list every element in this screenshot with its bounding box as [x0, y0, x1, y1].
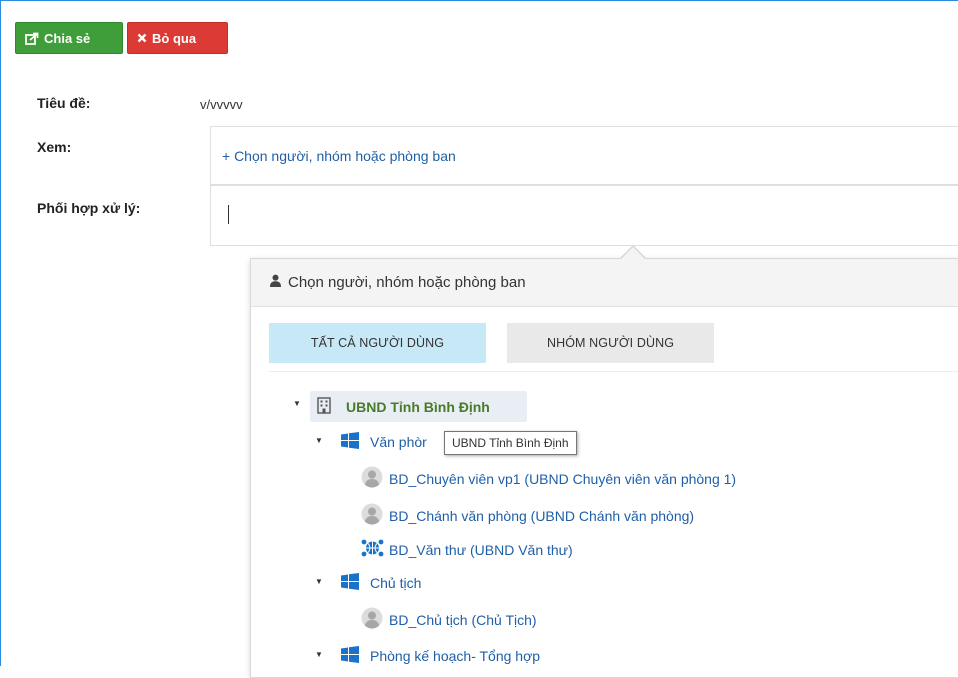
- expand-toggle-icon[interactable]: ▼: [315, 436, 323, 445]
- share-icon: [25, 32, 39, 45]
- view-label: Xem:: [37, 139, 72, 155]
- tree-member-node[interactable]: BD_Văn thư (UBND Văn thư): [361, 538, 573, 561]
- windows-icon: [341, 646, 359, 666]
- coordinate-input[interactable]: [210, 185, 958, 246]
- tree-root-label: UBND Tỉnh Bình Định: [346, 399, 490, 415]
- windows-icon: [341, 432, 359, 452]
- tree-group-label: Chủ tịch: [370, 575, 422, 591]
- close-icon: [137, 33, 147, 43]
- tooltip: UBND Tỉnh Bình Định: [444, 431, 577, 455]
- window-left-border: [0, 0, 1, 666]
- tree-member-label: BD_Văn thư (UBND Văn thư): [389, 541, 573, 558]
- expand-toggle-icon[interactable]: ▼: [315, 650, 323, 659]
- tab-user-groups[interactable]: NHÓM NGƯỜI DÙNG: [507, 323, 714, 363]
- user-avatar-icon: [361, 503, 383, 528]
- building-icon: [317, 397, 331, 417]
- tree-member-label: BD_Chủ tịch (Chủ Tịch): [389, 611, 537, 628]
- choose-recipient-link[interactable]: + Chọn người, nhóm hoặc phòng ban: [222, 148, 456, 164]
- window-top-border: [0, 0, 958, 1]
- tree-group-van-phong[interactable]: Văn phòr: [341, 432, 427, 452]
- network-icon: [361, 538, 384, 561]
- tree-root-node[interactable]: UBND Tỉnh Bình Định: [317, 397, 490, 417]
- share-button-label: Chia sẻ: [44, 30, 91, 46]
- tabs-divider: [269, 371, 958, 372]
- skip-button[interactable]: Bỏ qua: [127, 22, 228, 54]
- user-avatar-icon: [361, 607, 383, 632]
- user-icon: [269, 274, 282, 291]
- user-avatar-icon: [361, 466, 383, 491]
- view-recipient-field[interactable]: + Chọn người, nhóm hoặc phòng ban: [210, 126, 958, 185]
- windows-icon: [341, 573, 359, 593]
- tree-member-node[interactable]: BD_Chuyên viên vp1 (UBND Chuyên viên văn…: [361, 466, 736, 491]
- coordinate-label: Phối hợp xử lý:: [37, 200, 141, 216]
- tree-group-phong-ke-hoach[interactable]: Phòng kế hoạch- Tổng hợp: [341, 646, 540, 666]
- tree-member-label: BD_Chánh văn phòng (UBND Chánh văn phòng…: [389, 507, 695, 524]
- tree-member-label: BD_Chuyên viên vp1 (UBND Chuyên viên văn…: [389, 470, 737, 487]
- expand-toggle-icon[interactable]: ▼: [315, 577, 323, 586]
- picker-header: Chọn người, nhóm hoặc phòng ban: [251, 259, 958, 307]
- title-label: Tiêu đề:: [37, 95, 91, 111]
- picker-title: Chọn người, nhóm hoặc phòng ban: [288, 274, 526, 291]
- text-cursor: [228, 205, 229, 224]
- popup-arrow-fill: [621, 247, 645, 259]
- tree-group-chu-tich[interactable]: Chủ tịch: [341, 573, 421, 593]
- skip-button-label: Bỏ qua: [152, 30, 197, 46]
- tree-member-node[interactable]: BD_Chủ tịch (Chủ Tịch): [361, 607, 537, 632]
- tab-all-users[interactable]: TẤT CẢ NGƯỜI DÙNG: [269, 323, 486, 363]
- share-button[interactable]: Chia sẻ: [15, 22, 123, 54]
- title-value: v/vvvvv: [200, 97, 243, 112]
- expand-toggle-icon[interactable]: ▼: [293, 399, 301, 408]
- tree-group-label: Phòng kế hoạch- Tổng hợp: [370, 648, 541, 664]
- tree-group-label: Văn phòr: [370, 434, 427, 450]
- tree-member-node[interactable]: BD_Chánh văn phòng (UBND Chánh văn phòng…: [361, 503, 694, 528]
